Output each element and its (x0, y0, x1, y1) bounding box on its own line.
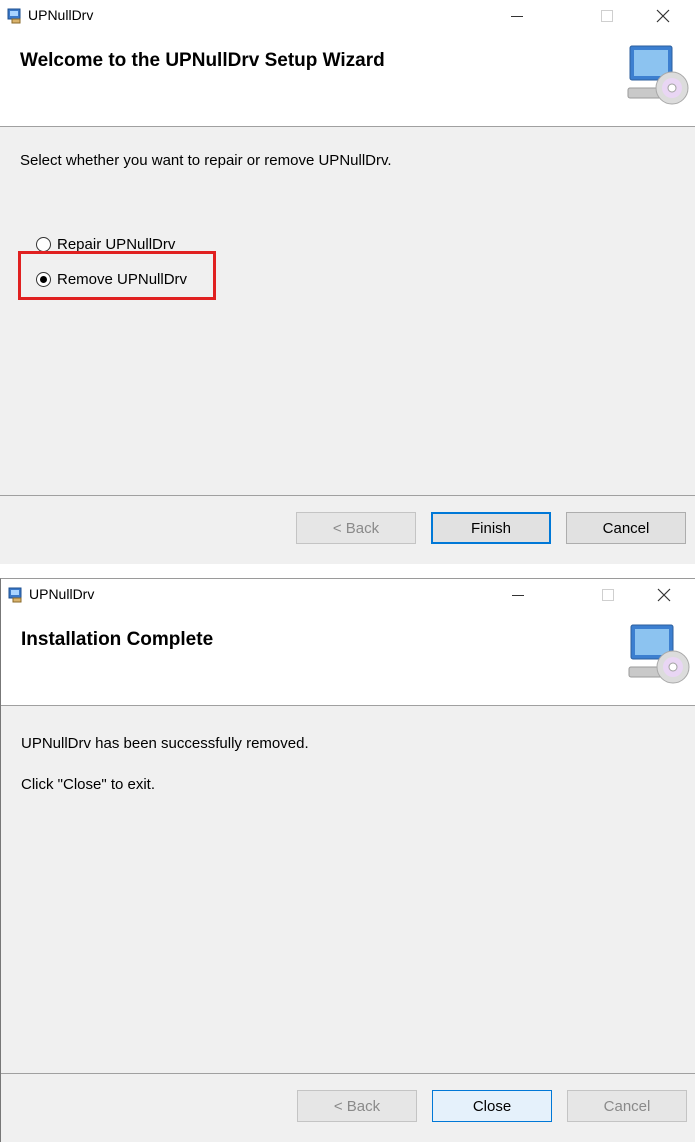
maximize-icon (601, 10, 613, 22)
computer-cd-icon (628, 624, 690, 684)
wizard-header: Installation Complete (1, 611, 695, 706)
close-window-button[interactable] (640, 0, 686, 32)
button-bar: < Back Finish Cancel (0, 495, 695, 564)
maximize-icon (602, 589, 614, 601)
installer-icon (7, 8, 21, 24)
back-button[interactable]: < Back (297, 1090, 417, 1122)
close-icon (656, 9, 670, 23)
maximize-button[interactable] (585, 579, 631, 611)
title-bar: UPNullDrv (1, 579, 695, 611)
close-window-button[interactable] (641, 579, 687, 611)
highlight-box (18, 251, 216, 300)
maximize-button[interactable] (584, 0, 630, 32)
cancel-button[interactable]: Cancel (566, 512, 686, 544)
cancel-button[interactable]: Cancel (567, 1090, 687, 1122)
page-title: Welcome to the UPNullDrv Setup Wizard (20, 50, 385, 71)
window-title: UPNullDrv (28, 7, 94, 23)
installer-icon (8, 587, 22, 603)
close-button[interactable]: Close (432, 1090, 552, 1122)
window-title: UPNullDrv (29, 586, 95, 602)
minimize-icon (511, 15, 523, 17)
page-title: Installation Complete (21, 629, 214, 650)
wizard-header: Welcome to the UPNullDrv Setup Wizard (0, 32, 695, 127)
minimize-button[interactable] (495, 579, 541, 611)
exit-instruction: Click "Close" to exit. (21, 776, 156, 793)
close-icon (657, 588, 671, 602)
back-button[interactable]: < Back (296, 512, 416, 544)
button-bar: < Back Close Cancel (1, 1073, 695, 1142)
instruction-text: Select whether you want to repair or rem… (20, 152, 392, 169)
repair-radio[interactable] (36, 237, 51, 252)
computer-cd-icon (627, 45, 689, 105)
success-message: UPNullDrv has been successfully removed. (21, 735, 309, 752)
minimize-icon (512, 594, 524, 596)
title-bar: UPNullDrv (0, 0, 695, 32)
minimize-button[interactable] (494, 0, 540, 32)
setup-wizard-window: UPNullDrv Welcome to the UPNullDrv Setup… (0, 0, 695, 564)
finish-button[interactable]: Finish (431, 512, 551, 544)
completion-window: UPNullDrv Installation Complete UPNullDr… (0, 578, 695, 1142)
